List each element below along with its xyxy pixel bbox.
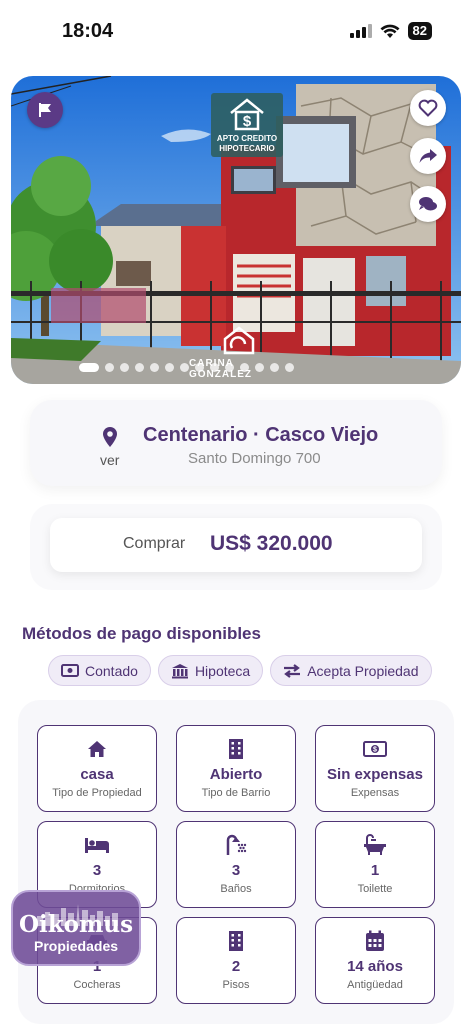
feature-pisos: 2 Pisos	[176, 917, 296, 1004]
house-icon	[88, 741, 106, 757]
wifi-icon	[380, 24, 400, 38]
carousel-dot[interactable]	[150, 363, 159, 372]
feature-value: 1	[370, 862, 380, 879]
feature-value: 14 años	[347, 958, 403, 975]
carousel-dots[interactable]	[79, 363, 294, 372]
share-button[interactable]	[410, 138, 446, 174]
feature-value: 3	[231, 862, 241, 879]
report-flag-button[interactable]	[27, 92, 63, 128]
chat-icon	[419, 197, 437, 211]
location-pin-icon[interactable]	[102, 426, 118, 448]
operation-type: Comprar	[123, 535, 186, 552]
carousel-dot[interactable]	[285, 363, 294, 372]
building-icon	[229, 739, 243, 759]
carousel-dot-active[interactable]	[79, 363, 99, 372]
money-icon: $	[363, 741, 387, 757]
comments-button[interactable]	[410, 186, 446, 222]
carousel-dot[interactable]	[255, 363, 264, 372]
payment-methods-title: Métodos de pago disponibles	[22, 624, 261, 643]
location-card: ver Centenario · Casco Viejo Santo Domin…	[30, 400, 442, 486]
feature-label: Toilette	[357, 883, 393, 895]
carousel-dot[interactable]	[270, 363, 279, 372]
battery-indicator: 82	[407, 22, 432, 40]
feature-expensas: $ Sin expensas Expensas	[315, 725, 435, 812]
feature-label: Expensas	[350, 787, 400, 799]
carousel-dot[interactable]	[120, 363, 129, 372]
agent-logo-icon	[223, 326, 255, 355]
payment-chip-contado: Contado	[48, 655, 151, 686]
feature-banos: 3 Baños	[176, 821, 296, 908]
location-title: Centenario · Casco Viejo	[143, 424, 379, 446]
flag-icon	[39, 103, 51, 117]
feature-tipo-barrio: Abierto Tipo de Barrio	[176, 725, 296, 812]
price-value: US$ 320.000	[210, 532, 333, 555]
payment-chip-label: Acepta Propiedad	[307, 662, 419, 679]
feature-toilette: 1 Toilette	[315, 821, 435, 908]
payment-chip-acepta-propiedad: Acepta Propiedad	[270, 655, 432, 686]
status-bar: 18:04 82	[0, 0, 472, 62]
payment-methods-list: Contado Hipoteca Acepta Propiedad	[48, 655, 432, 686]
carousel-dot[interactable]	[240, 363, 249, 372]
payment-chip-label: Hipoteca	[194, 662, 251, 679]
price-section: Comprar US$ 320.000	[30, 504, 442, 590]
feature-label: Baños	[220, 883, 252, 895]
feature-value: Sin expensas	[327, 766, 423, 783]
carousel-dot[interactable]	[165, 363, 174, 372]
status-icons: 82	[349, 22, 432, 40]
building-icon	[229, 931, 243, 951]
location-address: Santo Domingo 700	[188, 450, 321, 467]
favorite-button[interactable]	[410, 90, 446, 126]
oikomus-logo-subtitle: Propiedades	[33, 937, 119, 954]
house-dollar-icon: $	[230, 98, 264, 131]
bathtub-icon	[364, 834, 386, 855]
payment-chip-hipoteca: Hipoteca	[157, 655, 264, 686]
feature-label: Antigüedad	[347, 979, 403, 991]
bank-icon	[171, 663, 188, 678]
svg-text:$: $	[373, 747, 377, 754]
feature-value: casa	[80, 766, 114, 783]
status-time: 18:04	[62, 20, 114, 42]
share-icon	[419, 149, 437, 163]
badge-line-1: APTO CREDITO	[216, 134, 278, 143]
oikomus-logo-name: Oikomus	[18, 910, 134, 938]
carousel-dot[interactable]	[195, 363, 204, 372]
cellular-signal-icon	[349, 24, 372, 38]
swap-icon	[284, 663, 301, 678]
feature-label: Pisos	[222, 979, 250, 991]
carousel-dot[interactable]	[135, 363, 144, 372]
feature-label: Tipo de Barrio	[201, 787, 271, 799]
calendar-icon	[366, 930, 384, 951]
feature-label: Cocheras	[73, 979, 121, 991]
view-map-link[interactable]: ver	[100, 452, 119, 468]
carousel-dot[interactable]	[225, 363, 234, 372]
oikomus-logo-button[interactable]: Oikomus Propiedades	[11, 890, 141, 966]
feature-value: 2	[231, 958, 241, 975]
property-photo-carousel[interactable]: $ APTO CREDITO HIPOTECARIO CARINA GONZAL…	[11, 76, 461, 384]
apto-credito-badge: $ APTO CREDITO HIPOTECARIO	[211, 93, 283, 157]
shower-icon	[226, 834, 247, 855]
feature-label: Tipo de Propiedad	[52, 787, 142, 799]
carousel-dot[interactable]	[105, 363, 114, 372]
feature-antiguedad: 14 años Antigüedad	[315, 917, 435, 1004]
svg-text:$: $	[243, 113, 252, 130]
feature-tipo-propiedad: casa Tipo de Propiedad	[37, 725, 157, 812]
price-card: Comprar US$ 320.000	[50, 518, 422, 572]
cash-icon	[61, 664, 79, 677]
bed-icon	[85, 838, 109, 853]
carousel-dot[interactable]	[210, 363, 219, 372]
heart-icon	[418, 99, 438, 117]
badge-line-2: HIPOTECARIO	[219, 144, 275, 153]
feature-value: Abierto	[209, 766, 263, 783]
feature-value: 3	[92, 862, 102, 879]
payment-chip-label: Contado	[85, 662, 138, 679]
carousel-dot[interactable]	[180, 363, 189, 372]
